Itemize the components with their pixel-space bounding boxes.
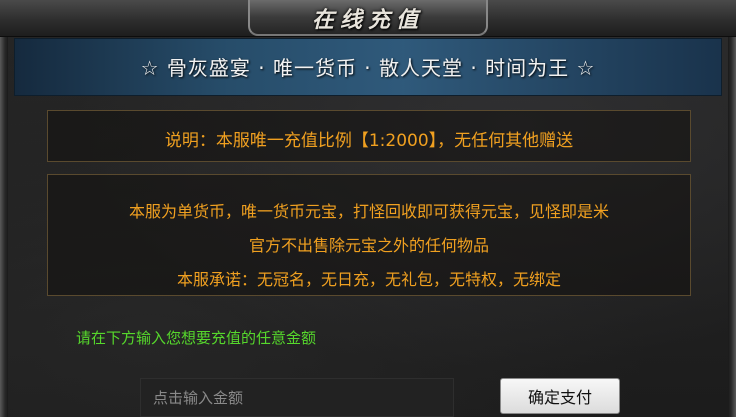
amount-prompt: 请在下方输入您想要充值的任意金额: [76, 329, 317, 347]
slogan-text: ☆ 骨灰盛宴 · 唯一货币 · 散人天堂 · 时间为王 ☆: [140, 56, 596, 80]
window-title: 在线充值: [311, 7, 424, 33]
server-info-line-3: 本服承诺：无冠名，无日充，无礼包，无特权，无绑定: [176, 270, 561, 289]
ratio-notice-text: 说明：本服唯一充值比例【1:2000】，无任何其他赠送: [164, 131, 574, 151]
server-info-line-2: 官方不出售除元宝之外的任何物品: [248, 236, 489, 255]
amount-input[interactable]: [140, 378, 454, 417]
server-info-line-1: 本服为单货币，唯一货币元宝，打怪回收即可获得元宝，见怪即是米: [128, 202, 609, 221]
right-frame-edge: [728, 0, 736, 417]
left-frame-edge: [0, 0, 8, 417]
confirm-pay-button[interactable]: 确定支付: [500, 378, 620, 414]
